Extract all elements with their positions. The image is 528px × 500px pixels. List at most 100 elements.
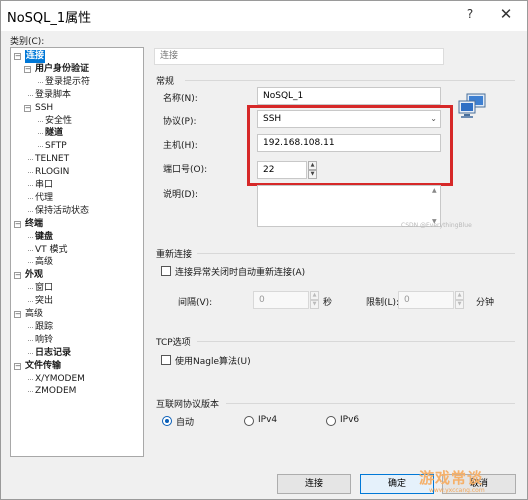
help-button[interactable]: ?: [463, 7, 477, 21]
stepper-up-icon[interactable]: ▲: [455, 291, 464, 300]
connect-button[interactable]: 连接: [277, 474, 351, 494]
auto-reconnect-label: 连接异常关闭时自动重新连接(A): [175, 268, 306, 278]
tree-item-label: TELNET: [35, 154, 70, 165]
reconnect-group-title: 重新连接: [156, 250, 193, 260]
tree-item[interactable]: 隧道: [11, 127, 143, 140]
tree-collapse-icon[interactable]: −: [24, 65, 31, 73]
tree-item-label: SFTP: [45, 141, 67, 152]
tree-item-label: SSH: [35, 102, 54, 113]
tree-item-label: RLOGIN: [35, 167, 70, 178]
tree-connector: [28, 378, 33, 380]
section-header: 连接: [154, 48, 444, 65]
auto-reconnect-checkbox[interactable]: [161, 266, 171, 276]
tree-item[interactable]: RLOGIN: [11, 166, 143, 179]
tree-connector: [28, 339, 33, 341]
tree-item[interactable]: 响铃: [11, 334, 143, 347]
radio-ipv4-label: IPv4: [258, 415, 278, 425]
csdn-watermark: CSDN @EverythingBlue: [401, 222, 472, 229]
radio-ipv4[interactable]: [244, 416, 254, 426]
tree-item[interactable]: 登录脚本: [11, 89, 143, 102]
tree-connector: [28, 94, 33, 96]
tree-item[interactable]: − 用户身份验证: [11, 63, 143, 76]
tree-item-label: 高级: [35, 257, 54, 268]
tree-item[interactable]: VT 模式: [11, 244, 143, 257]
tree-item[interactable]: − 连接: [11, 50, 143, 63]
tree-item[interactable]: 键盘: [11, 231, 143, 244]
description-field[interactable]: ▲ ▼: [257, 185, 441, 227]
properties-dialog: NoSQL_1属性 ? ✕ 类别(C): − 连接 − 用户身份验证 登录提示符 登录脚本…: [0, 0, 528, 500]
tree-item[interactable]: 登录提示符: [11, 76, 143, 89]
tree-connector: [28, 262, 33, 264]
tcp-group-title: TCP选项: [156, 338, 191, 348]
tree-item[interactable]: 跟踪: [11, 321, 143, 334]
tree-item[interactable]: 日志记录: [11, 347, 143, 360]
tree-item[interactable]: − SSH: [11, 102, 143, 115]
tree-item[interactable]: ZMODEM: [11, 385, 143, 398]
tree-item-label: 外观: [25, 270, 44, 281]
radio-auto[interactable]: [162, 416, 172, 426]
tree-item-label: ZMODEM: [35, 386, 77, 397]
radio-auto-label: 自动: [176, 418, 195, 428]
limit-unit: 分钟: [476, 298, 495, 308]
tree-connector: [28, 185, 33, 186]
tree-connector: [28, 172, 33, 174]
limit-stepper[interactable]: ▲ ▼: [455, 291, 464, 309]
tree-connector: [28, 326, 33, 328]
computer-network-icon: [458, 93, 486, 118]
tree-collapse-icon[interactable]: −: [14, 220, 21, 228]
tree-item-label: 串口: [35, 180, 54, 190]
tree-item-label: 保持活动状态: [35, 205, 90, 216]
interval-field[interactable]: 0: [253, 291, 309, 309]
tree-collapse-icon[interactable]: −: [14, 362, 21, 370]
radio-ipv6[interactable]: [326, 416, 336, 426]
tree-connector: [28, 352, 33, 354]
interval-label: 间隔(V):: [178, 298, 213, 308]
general-group-title: 常规: [156, 77, 175, 87]
tree-item[interactable]: TELNET: [11, 153, 143, 166]
tree-item[interactable]: 突出: [11, 295, 143, 308]
tree-item-label: 键盘: [35, 231, 54, 242]
tree-item[interactable]: 代理: [11, 192, 143, 205]
tree-item-label: 窗口: [35, 283, 54, 294]
tree-item[interactable]: 保持活动状态: [11, 205, 143, 218]
reconnect-group-divider: [197, 253, 515, 254]
description-scrollbar[interactable]: ▲ ▼: [430, 186, 440, 226]
tree-item[interactable]: − 外观: [11, 269, 143, 282]
stepper-down-icon[interactable]: ▼: [310, 300, 319, 309]
tree-item[interactable]: − 高级: [11, 308, 143, 321]
host-label: 主机(H):: [163, 141, 198, 151]
scroll-up-icon[interactable]: ▲: [432, 187, 437, 194]
tree-collapse-icon[interactable]: −: [24, 104, 31, 112]
interval-stepper[interactable]: ▲ ▼: [310, 291, 319, 309]
tree-connector: [28, 301, 33, 303]
stepper-down-icon[interactable]: ▼: [455, 300, 464, 309]
tree-item[interactable]: − 文件传输: [11, 360, 143, 373]
interval-value: 0: [259, 295, 265, 305]
radio-ipv6-label: IPv6: [340, 415, 360, 425]
description-label: 说明(D):: [163, 190, 198, 200]
tree-item[interactable]: 窗口: [11, 282, 143, 295]
site-watermark-url: www.yxccang.com: [429, 487, 485, 494]
tree-connector: [38, 120, 43, 122]
tree-collapse-icon[interactable]: −: [14, 272, 21, 280]
tree-item[interactable]: SFTP: [11, 140, 143, 153]
limit-field[interactable]: 0: [398, 291, 454, 309]
tree-item-label: 登录提示符: [45, 76, 91, 87]
tree-connector: [28, 391, 33, 393]
tree-item[interactable]: − 终端: [11, 218, 143, 231]
stepper-up-icon[interactable]: ▲: [310, 291, 319, 300]
tree-item[interactable]: 高级: [11, 256, 143, 269]
tree-collapse-icon[interactable]: −: [14, 311, 21, 318]
close-button[interactable]: ✕: [497, 5, 515, 23]
limit-label: 限制(L):: [366, 298, 400, 308]
name-field[interactable]: NoSQL_1: [257, 87, 441, 105]
nagle-checkbox[interactable]: [161, 355, 171, 365]
tree-connector: [28, 159, 33, 161]
tree-collapse-icon[interactable]: −: [14, 53, 21, 60]
category-tree[interactable]: − 连接 − 用户身份验证 登录提示符 登录脚本 − SSH 安全性 隧道 SFTP TELNET RL…: [10, 47, 144, 457]
general-group-divider: [185, 80, 515, 81]
tree-item-label: 突出: [35, 296, 54, 307]
tree-item[interactable]: X/YMODEM: [11, 373, 143, 386]
tree-item[interactable]: 安全性: [11, 115, 143, 128]
tree-item[interactable]: 串口: [11, 179, 143, 192]
